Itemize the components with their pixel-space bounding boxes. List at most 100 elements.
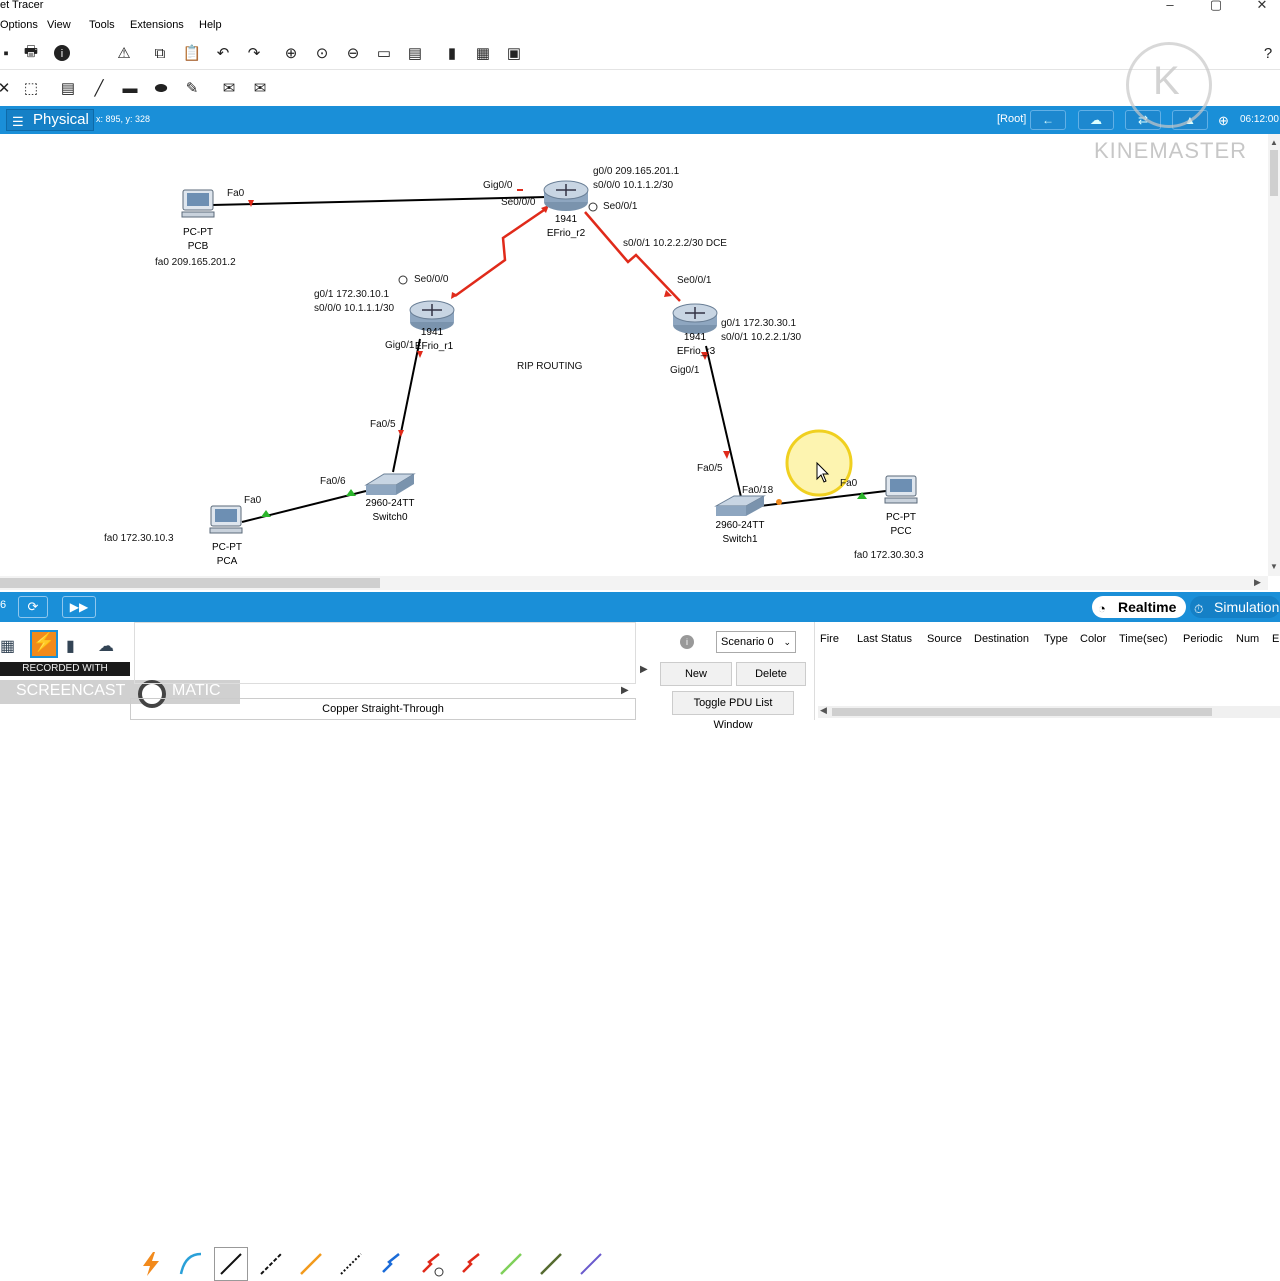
menu-view[interactable]: View: [47, 19, 71, 31]
add-simple-pdu-icon[interactable]: ✉: [217, 76, 241, 100]
zoom-reset-icon[interactable]: ⊙: [310, 41, 334, 65]
delete-tool-icon[interactable]: ✕: [0, 76, 16, 100]
copper-straight-through-icon[interactable]: [214, 1247, 248, 1281]
maximize-icon[interactable]: ▢: [1206, 0, 1226, 13]
delete-scenario-button[interactable]: Delete: [736, 662, 806, 686]
octal-cable-icon[interactable]: [494, 1247, 528, 1281]
pdu-col-header[interactable]: Fire: [820, 633, 839, 645]
usb-cable-icon[interactable]: [574, 1247, 608, 1281]
drawing-palette-icon[interactable]: ▭: [372, 41, 396, 65]
device-name[interactable]: Switch0: [355, 512, 425, 523]
vertical-scrollbar[interactable]: ▲ ▼: [1268, 134, 1280, 576]
coaxial-cable-icon[interactable]: [374, 1247, 408, 1281]
rip-routing-note[interactable]: RIP ROUTING: [517, 361, 582, 372]
simulation-button[interactable]: ⏱ Simulation: [1190, 596, 1280, 618]
undo-icon[interactable]: ↶: [211, 41, 235, 65]
serial-dte-icon[interactable]: [454, 1247, 488, 1281]
select-tool-icon[interactable]: ⬚: [19, 76, 43, 100]
pdu-col-header[interactable]: Type: [1044, 633, 1068, 645]
save-icon[interactable]: ▪: [0, 41, 18, 65]
scroll-left-icon[interactable]: ◀: [820, 705, 827, 716]
scenario-info-icon[interactable]: i: [680, 635, 694, 649]
device-name[interactable]: Switch1: [705, 534, 775, 545]
ellipse-tool-icon[interactable]: ⬬: [149, 76, 173, 100]
fast-forward-icon[interactable]: ▶▶: [62, 596, 96, 618]
menu-options[interactable]: Options: [0, 19, 38, 31]
cluster-icon[interactable]: ▦: [471, 41, 495, 65]
menu-tools[interactable]: Tools: [89, 19, 115, 31]
cloud-icon[interactable]: ☁: [1078, 110, 1114, 130]
pdu-col-header[interactable]: Num: [1236, 633, 1259, 645]
physical-tab[interactable]: ☰ Physical: [6, 109, 94, 131]
scroll-down-icon[interactable]: ▼: [1270, 562, 1278, 571]
connections-icon[interactable]: ⚡: [30, 630, 58, 658]
pdu-col-header[interactable]: Last Status: [857, 633, 912, 645]
globe-icon[interactable]: ⊕: [1218, 113, 1229, 129]
note-label: g0/1 172.30.10.1: [314, 289, 390, 300]
port-label: Fa0: [840, 478, 858, 489]
zoom-out-icon[interactable]: ⊖: [341, 41, 365, 65]
pdu-col-header[interactable]: Periodic: [1183, 633, 1223, 645]
info-icon[interactable]: i: [50, 41, 74, 65]
pdu-scrollbar[interactable]: ◀: [818, 705, 1280, 718]
activity-wizard-icon[interactable]: ⚠: [112, 41, 136, 65]
pdu-col-header[interactable]: Time(sec): [1119, 633, 1167, 645]
rectangle-tool-icon[interactable]: ▬: [118, 76, 142, 100]
realtime-button[interactable]: ◔ Realtime: [1092, 596, 1186, 618]
palette-scroll-right-icon[interactable]: ▶: [621, 685, 629, 696]
copy-icon[interactable]: ⧉: [148, 41, 172, 65]
device-name[interactable]: EFrio_r2: [536, 228, 596, 239]
auto-connection-icon[interactable]: [134, 1247, 168, 1281]
toggle-pdu-list-button[interactable]: Toggle PDU List Window: [672, 691, 794, 731]
close-icon[interactable]: ✕: [1252, 0, 1272, 13]
scroll-right-icon[interactable]: ▶: [1254, 577, 1261, 588]
note-tool-icon[interactable]: ▤: [56, 76, 80, 100]
horizontal-scroll-thumb[interactable]: [0, 578, 380, 588]
help-icon[interactable]: ?: [1256, 41, 1280, 65]
pdu-col-header[interactable]: E: [1272, 633, 1279, 645]
device-name[interactable]: PCC: [881, 526, 921, 537]
device-name[interactable]: PCB: [178, 241, 218, 252]
menu-help[interactable]: Help: [199, 19, 222, 31]
paste-icon[interactable]: 📋: [180, 41, 204, 65]
copper-cross-over-icon[interactable]: [254, 1247, 288, 1281]
root-label[interactable]: [Root]: [997, 113, 1026, 125]
zoom-in-icon[interactable]: ⊕: [279, 41, 303, 65]
fiber-icon[interactable]: [294, 1247, 328, 1281]
redo-icon[interactable]: ↷: [242, 41, 266, 65]
scroll-up-icon[interactable]: ▲: [1270, 138, 1278, 147]
navigation-back-button[interactable]: ←: [1030, 110, 1066, 130]
scroll-thumb[interactable]: [1270, 150, 1278, 196]
new-scenario-button[interactable]: New: [660, 662, 732, 686]
device-template-icon[interactable]: ▮: [440, 41, 464, 65]
viewport-icon[interactable]: ▣: [502, 41, 526, 65]
iot-custom-cable-icon[interactable]: [534, 1247, 568, 1281]
misc-icon[interactable]: ▮: [66, 636, 75, 656]
multiuser-icon[interactable]: ☁: [98, 636, 114, 656]
serial-dce-icon[interactable]: [414, 1247, 448, 1281]
phone-cable-icon[interactable]: [334, 1247, 368, 1281]
add-complex-pdu-icon[interactable]: ✉: [248, 76, 272, 100]
menu-extensions[interactable]: Extensions: [130, 19, 184, 31]
topology-canvas[interactable]: Fa0 PC-PT PCB fa0 209.165.201.2 Gig0/0 S…: [0, 42, 1268, 576]
minimize-icon[interactable]: –: [1160, 0, 1180, 12]
pdu-col-header[interactable]: Destination: [974, 633, 1029, 645]
scenario-select[interactable]: Scenario 0 ⌄: [716, 631, 796, 653]
port-label: Fa0/18: [742, 485, 774, 496]
device-name[interactable]: EFrio_r3: [666, 346, 726, 357]
pdu-scroll-thumb[interactable]: [832, 708, 1212, 716]
custom-devices-icon[interactable]: ▤: [403, 41, 427, 65]
pdu-col-header[interactable]: Color: [1080, 633, 1106, 645]
console-cable-icon[interactable]: [174, 1247, 208, 1281]
pdu-col-header[interactable]: Source: [927, 633, 962, 645]
kinemaster-watermark: KINEMASTER: [1094, 138, 1248, 163]
freeform-tool-icon[interactable]: ✎: [180, 76, 204, 100]
network-devices-icon[interactable]: ▦: [0, 636, 15, 656]
device-name[interactable]: EFrio_r1: [404, 341, 464, 352]
line-tool-icon[interactable]: ╱: [87, 76, 111, 100]
panel-expand-icon[interactable]: ▶: [640, 664, 648, 675]
print-icon[interactable]: 🖶: [19, 41, 43, 65]
device-name[interactable]: PCA: [207, 556, 247, 567]
device-ip: fa0 209.165.201.2: [155, 257, 236, 268]
power-cycle-icon[interactable]: ⟳: [18, 596, 48, 618]
